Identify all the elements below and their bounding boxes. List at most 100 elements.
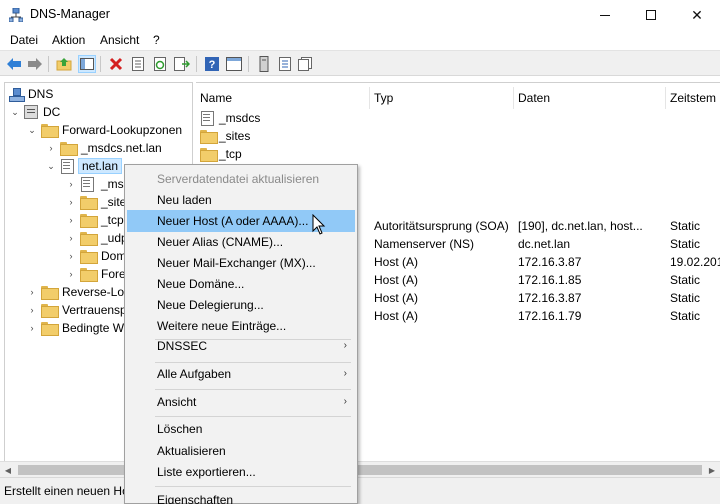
collapse-icon[interactable]: ⌄ [45, 157, 57, 175]
expand-icon[interactable]: › [45, 139, 57, 157]
menu-item-reload[interactable]: Neu laden [127, 189, 355, 211]
expand-icon[interactable]: › [26, 283, 38, 301]
column-header-typ[interactable]: Typ [370, 87, 514, 109]
collapse-icon[interactable]: ⌄ [9, 103, 21, 121]
cell-daten: 172.16.3.87 [518, 291, 582, 305]
dns-icon [9, 87, 25, 102]
cell-name: _tcp [200, 145, 242, 163]
help-button[interactable]: ? [203, 55, 221, 73]
collapse-icon[interactable]: ⌄ [26, 121, 38, 139]
tree-label: _ms [101, 177, 124, 191]
cell-typ: Host (A) [374, 291, 419, 305]
tree-node-child[interactable]: › _udp [65, 229, 128, 247]
expand-icon[interactable]: › [65, 247, 77, 265]
tree-node-reverse-zones[interactable]: › Reverse-Loo [26, 283, 131, 301]
toolbar-separator [248, 56, 249, 72]
back-arrow-icon [7, 58, 21, 70]
list-row[interactable]: _msdcs [196, 109, 720, 127]
expand-icon[interactable]: › [26, 319, 38, 337]
close-icon: ✕ [691, 6, 703, 23]
horizontal-scrollbar[interactable]: ◀ ▶ [0, 461, 720, 477]
tree-node-net-lan[interactable]: ⌄ net.lan [45, 157, 123, 175]
scroll-right-icon[interactable]: ▶ [704, 462, 720, 478]
column-header-name[interactable]: Name [196, 87, 370, 109]
menu-item-other-new-records[interactable]: Weitere neue Einträge... [127, 315, 355, 337]
list-row[interactable]: _sites [196, 127, 720, 145]
folder-icon [200, 148, 218, 162]
menu-item-refresh[interactable]: Aktualisieren [127, 440, 355, 462]
cell-typ: Namenserver (NS) [374, 237, 475, 251]
menu-item-delete[interactable]: Löschen [127, 418, 355, 440]
column-header-daten[interactable]: Daten [514, 87, 666, 109]
delete-icon [109, 57, 123, 71]
refresh-icon [154, 57, 166, 71]
list-view-button[interactable] [276, 55, 294, 73]
tree-node-forward-zones[interactable]: ⌄ Forward-Lookupzonen [26, 121, 182, 139]
tree-node-child[interactable]: › _ms [65, 175, 124, 193]
list-row[interactable]: _tcp [196, 145, 720, 163]
server-icon [24, 105, 38, 119]
server-button[interactable] [255, 55, 273, 73]
tree-node-trust-points[interactable]: › Vertrauensp [26, 301, 127, 319]
menu-item-properties[interactable]: Eigenschaften [127, 489, 355, 504]
folder-icon [80, 196, 98, 210]
tree-node-conditional-forwarders[interactable]: › Bedingte W [26, 319, 124, 337]
submenu-arrow-icon: › [343, 396, 347, 407]
tree-node-server[interactable]: ⌄ DC [9, 103, 60, 121]
column-header-zeitstempel[interactable]: Zeitstem [666, 87, 720, 109]
up-button[interactable] [55, 55, 73, 73]
list-icon [279, 57, 291, 71]
records-button[interactable] [297, 55, 315, 73]
menu-item-all-tasks[interactable]: Alle Aufgaben › [127, 363, 355, 385]
menu-item-new-delegation[interactable]: Neue Delegierung... [127, 294, 355, 316]
menu-help[interactable]: ? [153, 33, 160, 47]
show-hide-tree-button[interactable] [78, 55, 96, 73]
forward-button[interactable] [26, 55, 44, 73]
title-bar: DNS-Manager ✕ [0, 0, 720, 30]
zone-icon [200, 111, 216, 126]
folder-icon [80, 232, 98, 246]
back-button[interactable] [5, 55, 23, 73]
folder-icon [41, 124, 59, 138]
expand-icon[interactable]: › [65, 229, 77, 247]
menu-item-export-list[interactable]: Liste exportieren... [127, 461, 355, 483]
maximize-button[interactable] [628, 0, 674, 30]
tree-node-child[interactable]: › Dom [65, 247, 126, 265]
menu-item-dnssec[interactable]: DNSSEC › [127, 335, 355, 357]
delete-button[interactable] [107, 55, 125, 73]
tree-node-child[interactable]: › _tcp [65, 211, 124, 229]
scrollbar-thumb[interactable] [18, 465, 702, 475]
menu-separator [155, 486, 351, 487]
window-title: DNS-Manager [30, 7, 110, 21]
menu-datei[interactable]: Datei [10, 33, 38, 47]
tree-node-child[interactable]: › _site [65, 193, 126, 211]
refresh-button[interactable] [151, 55, 169, 73]
show-hide-tree-icon [80, 58, 94, 70]
minimize-button[interactable] [582, 0, 628, 30]
close-button[interactable]: ✕ [674, 0, 720, 30]
toolbar-separator [48, 56, 49, 72]
properties-button[interactable] [129, 55, 147, 73]
tree-node-child[interactable]: › Fore [65, 265, 126, 283]
expand-icon[interactable]: › [65, 175, 77, 193]
tree-node-msdcs-zone[interactable]: › _msdcs.net.lan [45, 139, 162, 157]
tree-label: Fore [101, 267, 126, 281]
expand-icon[interactable]: › [65, 211, 77, 229]
expand-icon[interactable]: › [65, 265, 77, 283]
expand-icon[interactable]: › [65, 193, 77, 211]
scroll-left-icon[interactable]: ◀ [0, 462, 16, 478]
menu-separator [155, 416, 351, 417]
menu-item-label: DNSSEC [157, 339, 208, 353]
record-name: _tcp [219, 147, 242, 161]
console-view-button[interactable] [225, 55, 243, 73]
menu-item-new-mail-exchanger[interactable]: Neuer Mail-Exchanger (MX)... [127, 252, 355, 274]
tree-label: _tcp [101, 213, 124, 227]
expand-icon[interactable]: › [26, 301, 38, 319]
menu-aktion[interactable]: Aktion [52, 33, 85, 47]
tree-node-dns[interactable]: DNS [9, 85, 53, 103]
menu-item-view[interactable]: Ansicht › [127, 391, 355, 413]
export-list-button[interactable] [173, 55, 191, 73]
toolbar-separator [100, 56, 101, 72]
menu-ansicht[interactable]: Ansicht [100, 33, 139, 47]
menu-item-new-domain[interactable]: Neue Domäne... [127, 273, 355, 295]
